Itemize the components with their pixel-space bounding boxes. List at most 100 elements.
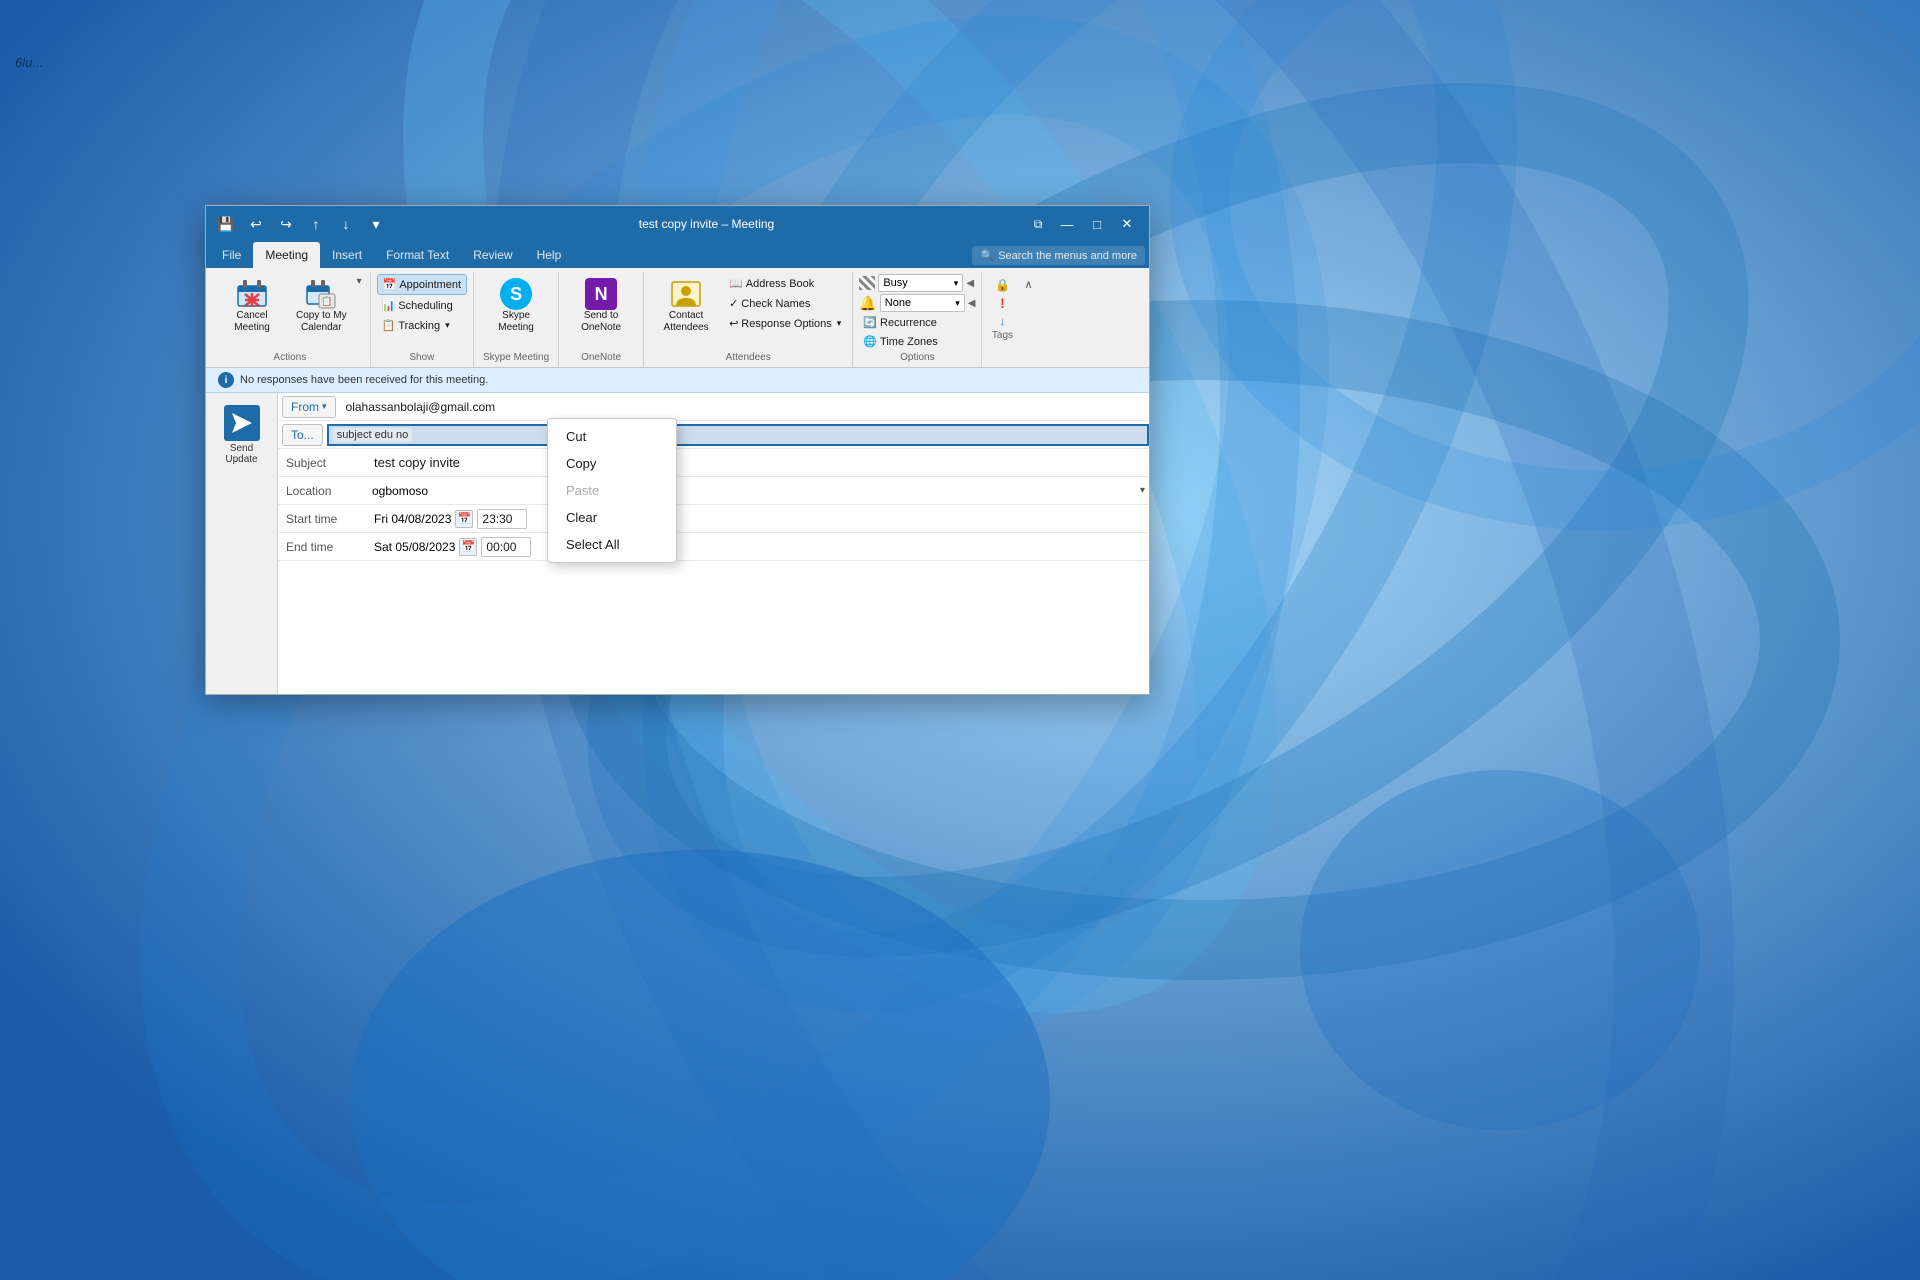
down-qat-btn[interactable]: ↓ (334, 212, 358, 236)
bell-icon: 🔔 (859, 295, 876, 312)
recurrence-label: Recurrence (880, 317, 937, 329)
appointment-btn[interactable]: 📅 Appointment (377, 274, 467, 295)
maximize-btn[interactable]: □ (1083, 210, 1111, 238)
undo-qat-btn[interactable]: ↩ (244, 212, 268, 236)
start-time-input[interactable] (477, 509, 527, 529)
subject-row: Subject test copy invite (278, 449, 1149, 477)
end-calendar-icon[interactable]: 📅 (459, 538, 477, 556)
show-as-none-select[interactable]: None ▾ (880, 294, 965, 312)
actions-dropdown-btn[interactable]: ▾ (355, 274, 364, 289)
show-as-busy-select[interactable]: Busy ▾ (878, 274, 963, 292)
end-time-input[interactable] (481, 537, 531, 557)
send-update-label: Send Update (216, 443, 267, 465)
send-panel: Send Update (206, 393, 278, 694)
minimize-btn[interactable]: — (1053, 210, 1081, 238)
restore-btn[interactable]: ⧉ (1025, 211, 1051, 237)
tab-format-text[interactable]: Format Text (374, 242, 461, 268)
appointment-label: Appointment (399, 279, 461, 291)
location-label: Location (278, 480, 368, 502)
show-label: Show (377, 350, 467, 365)
copy-to-calendar-btn[interactable]: 📋 Copy to MyCalendar (290, 274, 353, 338)
onenote-btn[interactable]: N Send to OneNote (565, 274, 637, 338)
meeting-body[interactable] (278, 561, 1149, 681)
to-field[interactable]: subject edu no (327, 424, 1149, 446)
ribbon-group-options: Busy ▾ ◀ 🔔 None ▾ ◀ (853, 272, 982, 367)
exclamation-icon: ! (995, 296, 1009, 310)
copy-calendar-icon: 📋 (305, 278, 337, 310)
skype-icon: S (500, 278, 532, 310)
info-icon: i (218, 372, 234, 388)
ctx-copy[interactable]: Copy (548, 450, 676, 477)
send-update-btn[interactable]: Send Update (210, 399, 273, 471)
contact-attendees-btn[interactable]: Contact Attendees (650, 274, 722, 338)
tracking-label: Tracking (398, 320, 440, 332)
ctx-paste[interactable]: Paste (548, 477, 676, 504)
start-date-text[interactable]: Fri 04/08/2023 (374, 512, 451, 526)
more-qat-btn[interactable]: ▾ (364, 212, 388, 236)
address-book-btn[interactable]: 📖 Address Book (724, 274, 846, 293)
start-time-label: Start time (278, 508, 368, 530)
tab-insert[interactable]: Insert (320, 242, 374, 268)
to-field-text: subject edu no (333, 428, 413, 442)
tracking-icon: 📋 (382, 319, 396, 332)
ribbon-group-onenote: N Send to OneNote OneNote (559, 272, 644, 367)
attendees-content: Contact Attendees 📖 Address Book ✓ Check… (650, 274, 846, 350)
tracking-btn[interactable]: 📋 Tracking ▾ (377, 316, 467, 335)
show-as-none-label: None (885, 297, 911, 309)
recurrence-btn[interactable]: 🔄 Recurrence (859, 314, 975, 331)
check-names-icon: ✓ (729, 297, 738, 310)
to-btn[interactable]: To... (282, 424, 323, 446)
from-row: From ▾ olahassanbolaji@gmail.com (278, 393, 1149, 421)
close-btn[interactable]: ✕ (1113, 210, 1141, 238)
end-date-text[interactable]: Sat 05/08/2023 (374, 540, 455, 554)
response-options-icon: ↩ (729, 317, 738, 330)
ribbon-search[interactable]: 🔍 Search the menus and more (972, 246, 1145, 265)
check-names-label: Check Names (741, 298, 810, 310)
timezones-btn[interactable]: 🌐 Time Zones (859, 333, 975, 350)
skype-meeting-btn[interactable]: S Skype Meeting (480, 274, 552, 338)
recurrence-icon: 🔄 (863, 316, 877, 329)
title-bar-left: 💾 ↩ ↪ ↑ ↓ ▾ (214, 212, 388, 236)
address-book-icon: 📖 (729, 277, 743, 290)
save-qat-btn[interactable]: 💾 (214, 212, 238, 236)
location-field: ogbomoso ▾ (368, 482, 1149, 500)
location-dropdown[interactable]: ogbomoso ▾ (368, 482, 1149, 500)
ribbon-group-attendees: Contact Attendees 📖 Address Book ✓ Check… (644, 272, 853, 367)
timezones-icon: 🌐 (863, 335, 877, 348)
cancel-meeting-label: Cancel Meeting (222, 310, 282, 334)
ctx-clear[interactable]: Clear (548, 504, 676, 531)
tab-help[interactable]: Help (525, 242, 574, 268)
up-qat-btn[interactable]: ↑ (304, 212, 328, 236)
ribbon-group-show: 📅 Appointment 📊 Scheduling 📋 Tracking ▾ … (371, 272, 474, 367)
ribbon-tabs: File Meeting Insert Format Text Review H… (206, 242, 1149, 268)
taskbar-time: 6lu... (15, 55, 43, 70)
ribbon-collapse-btn[interactable]: ∧ (1022, 276, 1034, 293)
check-names-btn[interactable]: ✓ Check Names (724, 294, 846, 313)
ribbon-group-actions: Cancel Meeting 📋 Copy to (210, 272, 371, 367)
ctx-cut[interactable]: Cut (548, 423, 676, 450)
tab-meeting[interactable]: Meeting (253, 242, 320, 268)
skype-label: Skype Meeting (486, 310, 546, 334)
scheduling-btn[interactable]: 📊 Scheduling (377, 296, 467, 315)
form-area: Send Update From ▾ olahassanbolaji@gmail… (206, 393, 1149, 694)
contact-attendees-icon (670, 278, 702, 310)
subject-value[interactable]: test copy invite (368, 451, 1149, 474)
ctx-select-all[interactable]: Select All (548, 531, 676, 558)
redo-qat-btn[interactable]: ↪ (274, 212, 298, 236)
start-calendar-icon[interactable]: 📅 (455, 510, 473, 528)
location-value: ogbomoso (372, 484, 428, 498)
address-book-label: Address Book (746, 278, 814, 290)
scheduling-icon: 📊 (382, 299, 396, 312)
search-icon: 🔍 (980, 249, 994, 262)
response-options-btn[interactable]: ↩ Response Options ▾ (724, 314, 846, 333)
ribbon-collapse-area: ∧ (1022, 272, 1034, 367)
from-btn[interactable]: From ▾ (282, 396, 336, 418)
tab-file[interactable]: File (210, 242, 253, 268)
response-dropdown: ▾ (837, 318, 842, 329)
ribbon-content: Cancel Meeting 📋 Copy to (206, 268, 1149, 368)
none-row: 🔔 None ▾ ◀ (859, 294, 975, 312)
cancel-meeting-btn[interactable]: Cancel Meeting (216, 274, 288, 338)
tab-review[interactable]: Review (461, 242, 524, 268)
scheduling-label: Scheduling (398, 300, 452, 312)
show-content: 📅 Appointment 📊 Scheduling 📋 Tracking ▾ (377, 274, 467, 350)
